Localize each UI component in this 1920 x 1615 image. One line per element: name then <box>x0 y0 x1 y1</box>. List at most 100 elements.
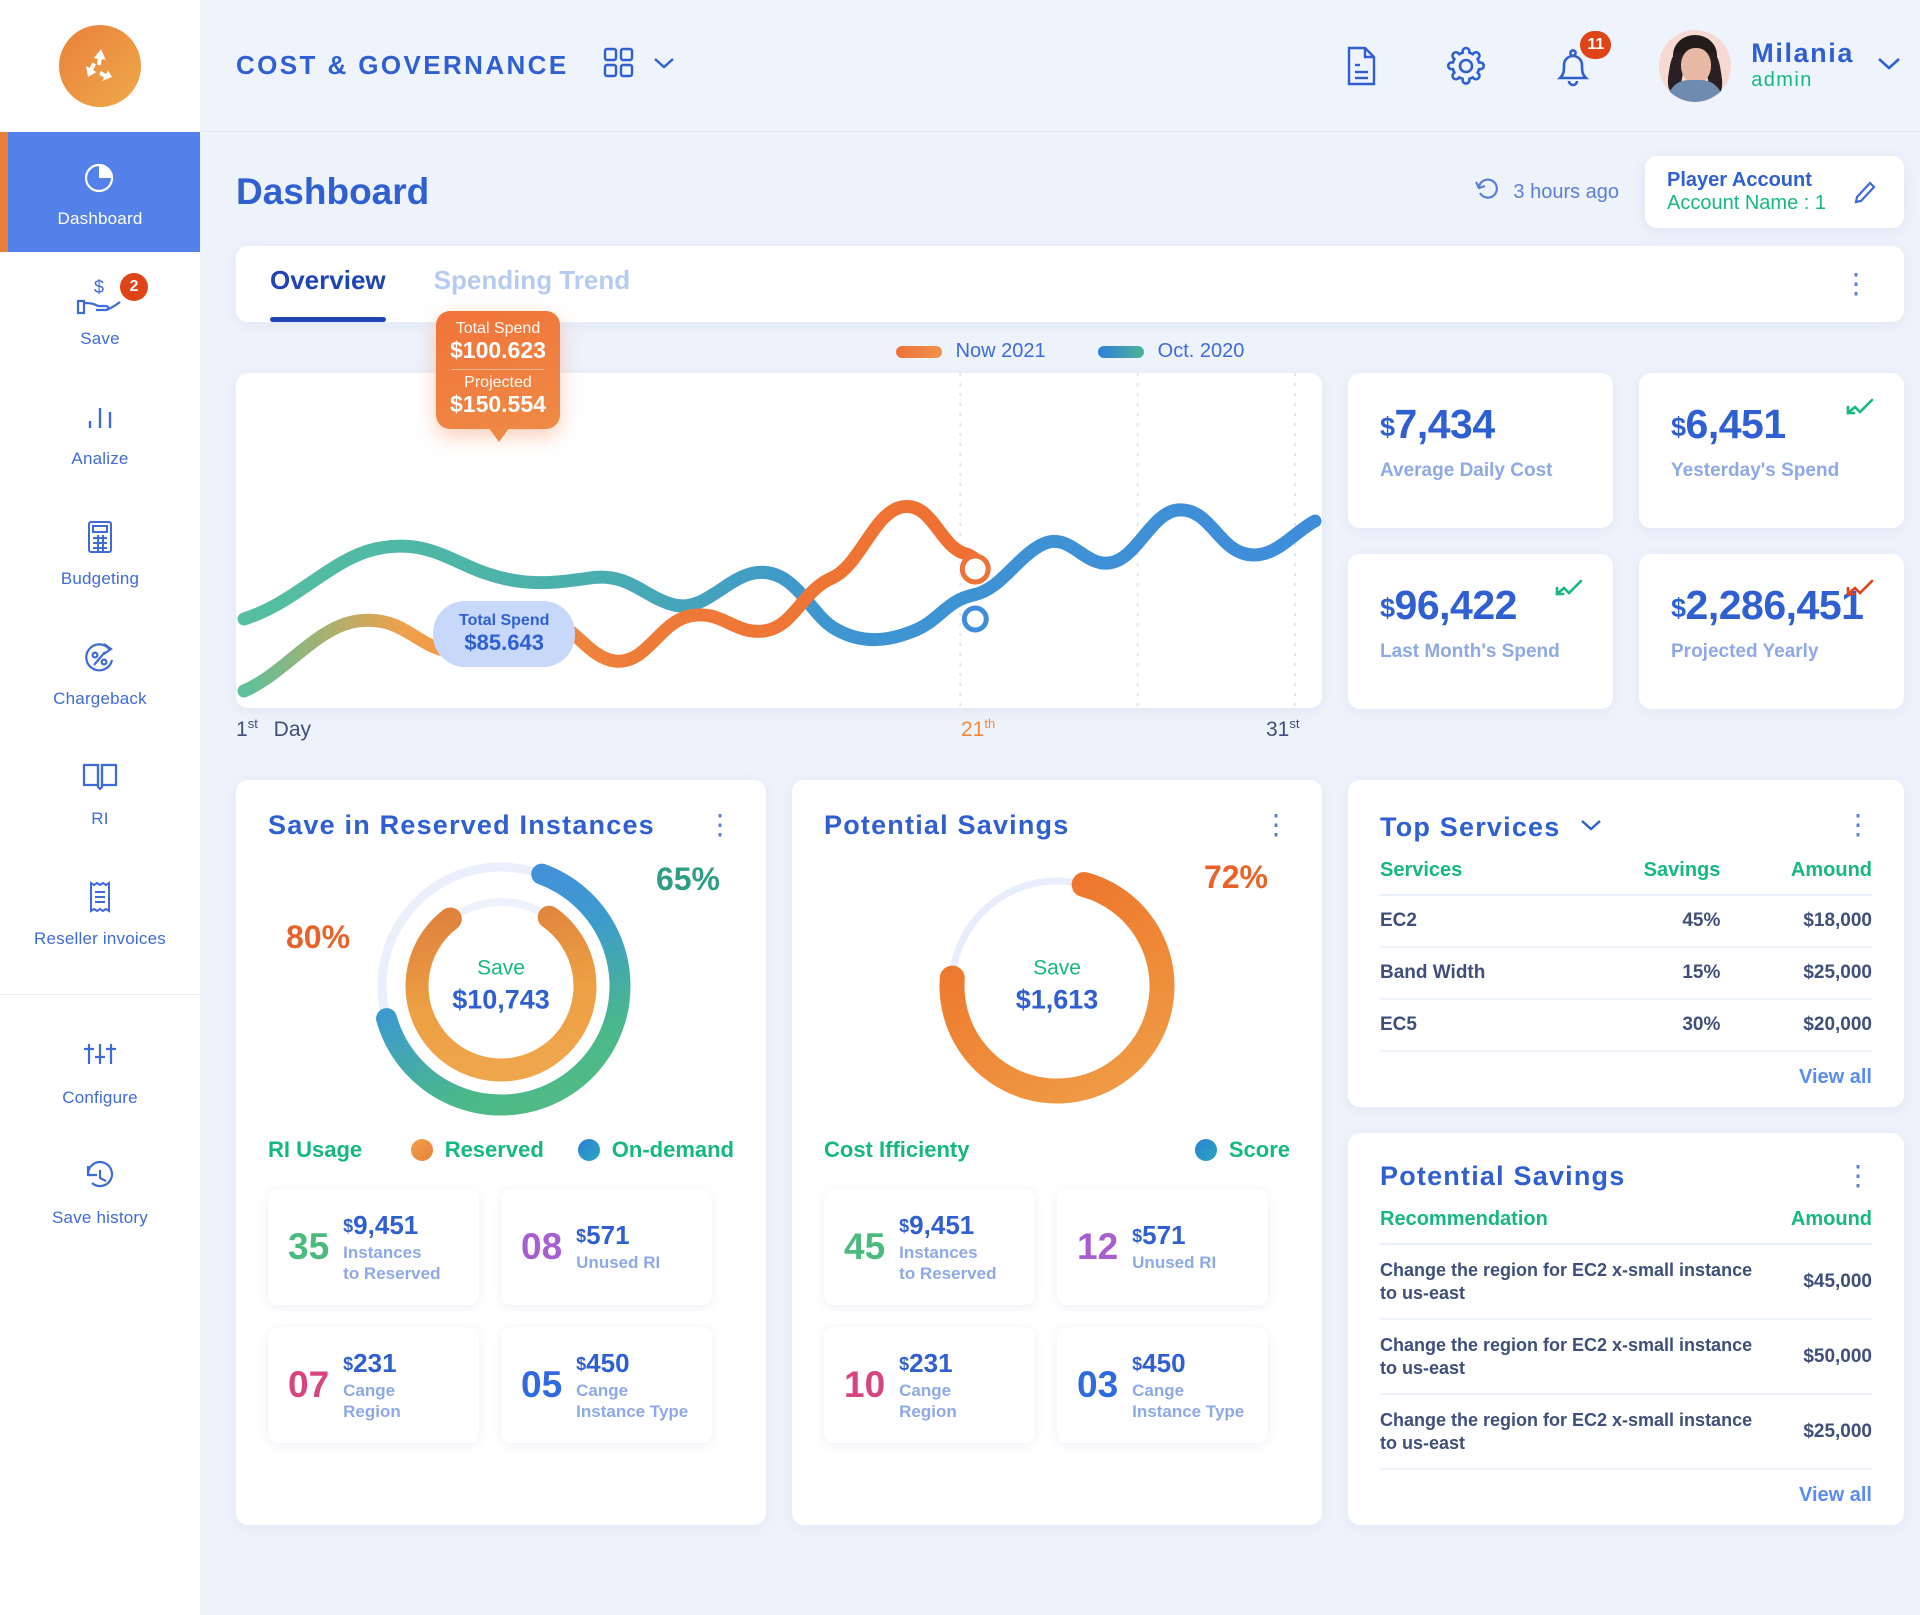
donut-legend: RI Usage Reserved On-demand <box>268 1131 734 1163</box>
tooltip-label: Total Spend <box>455 320 541 337</box>
stat-tile[interactable]: 45 $9,451 Instances to Reserved <box>824 1189 1035 1305</box>
donut-percent: 72% <box>1203 859 1268 895</box>
table-row[interactable]: Change the region for EC2 x-small instan… <box>1380 1319 1872 1395</box>
table-row[interactable]: Change the region for EC2 x-small instan… <box>1380 1244 1872 1320</box>
cell-amount: $25,000 <box>1720 947 1872 1000</box>
sidebar-divider <box>0 994 200 995</box>
cell-service: EC5 <box>1380 999 1577 1052</box>
grid-apps-button[interactable] <box>601 45 677 86</box>
account-subtitle: Account Name : 1 <box>1667 192 1826 214</box>
donut-center-value: $10,743 <box>452 984 550 1015</box>
x-tick-value: 1 <box>236 718 248 741</box>
percent-arrow-icon <box>79 635 121 679</box>
cell-amount: $25,000 <box>1790 1394 1872 1470</box>
potential-savings-stat-tiles: 45 $9,451 Instances to Reserved 12 $571 … <box>824 1189 1290 1443</box>
pencil-icon[interactable] <box>1852 175 1882 210</box>
table-header-row: Recommendation Amound <box>1380 1208 1872 1245</box>
account-selector-card[interactable]: Player Account Account Name : 1 <box>1645 156 1904 228</box>
tile-text: $450 Cange Instance Type <box>576 1348 688 1421</box>
tile-currency: $ <box>576 1226 587 1247</box>
tile-amount: $571 <box>576 1220 660 1251</box>
sidebar-item-label: Analize <box>71 449 129 468</box>
gear-icon[interactable] <box>1441 41 1491 91</box>
tile-label: Unused RI <box>576 1253 661 1273</box>
sidebar-item-dashboard[interactable]: Dashboard <box>0 132 200 252</box>
tooltip-value: $100.623 <box>450 337 546 363</box>
sidebar-item-label: Configure <box>62 1088 138 1107</box>
sidebar-item-save-history[interactable]: Save history <box>0 1131 200 1251</box>
view-all-link[interactable]: View all <box>1380 1470 1872 1507</box>
page-title: Dashboard <box>236 171 430 212</box>
chevron-down-icon <box>1874 54 1904 77</box>
card-title-text: Top Services <box>1380 812 1561 842</box>
tile-count: 35 <box>288 1226 330 1267</box>
sidebar-item-analize[interactable]: Analize <box>0 372 200 492</box>
stat-tile[interactable]: 08 $571 Unused RI <box>501 1189 712 1305</box>
logo[interactable] <box>0 0 200 132</box>
stat-tile[interactable]: 12 $571 Unused RI <box>1057 1189 1268 1305</box>
recommendations-table: Recommendation Amound Change the region … <box>1380 1208 1872 1470</box>
stat-tile[interactable]: 03 $450 Cange Instance Type <box>1057 1327 1268 1443</box>
tooltip-label-2: Projected <box>464 374 532 391</box>
tab-spending-trend[interactable]: Spending Trend <box>434 265 630 304</box>
sidebar-item-save[interactable]: $ 2 Save <box>0 252 200 372</box>
stat-tile[interactable]: 05 $450 Cange Instance Type <box>501 1327 712 1443</box>
table-row[interactable]: EC5 30% $20,000 <box>1380 999 1872 1052</box>
sidebar-item-ri[interactable]: RI <box>0 732 200 852</box>
stat-tile[interactable]: 35 $9,451 Instances to Reserved <box>268 1189 479 1305</box>
document-icon[interactable] <box>1339 43 1383 89</box>
x-tick-mid: 21th <box>961 716 995 742</box>
sidebar-item-reseller-invoices[interactable]: Reseller invoices <box>0 852 200 972</box>
sidebar-item-budgeting[interactable]: Budgeting <box>0 492 200 612</box>
kebab-menu-icon[interactable]: ⋮ <box>1844 1162 1872 1190</box>
kebab-menu-icon[interactable]: ⋮ <box>1844 811 1872 839</box>
kpi-card-last-months-spend: $96,422 Last Month's Spend <box>1348 554 1613 709</box>
tile-amount: $231 <box>343 1348 401 1379</box>
table-row[interactable]: EC2 45% $18,000 <box>1380 895 1872 948</box>
sidebar-item-chargeback[interactable]: Chargeback <box>0 612 200 732</box>
tooltip-value: $85.643 <box>464 630 544 655</box>
cell-amount: $20,000 <box>1720 999 1872 1052</box>
tab-overview[interactable]: Overview <box>270 265 386 322</box>
user-profile-menu[interactable]: Milania admin <box>1659 29 1904 102</box>
table-row[interactable]: Change the region for EC2 x-small instan… <box>1380 1394 1872 1470</box>
table-row[interactable]: Band Width 15% $25,000 <box>1380 947 1872 1000</box>
account-title: Player Account <box>1667 169 1812 191</box>
tile-text: $571 Unused RI <box>576 1220 660 1273</box>
view-all-link[interactable]: View all <box>1380 1052 1872 1089</box>
tile-label: Cange Instance Type <box>576 1381 689 1421</box>
tile-amount: $450 <box>576 1348 688 1379</box>
kebab-menu-icon[interactable]: ⋮ <box>1842 269 1870 297</box>
cell-savings: 15% <box>1576 947 1721 1000</box>
legend-label: Score <box>1228 1137 1290 1162</box>
donut-inner-percent: 80% <box>286 919 351 955</box>
tile-currency: $ <box>899 1354 910 1375</box>
sidebar-item-label: Reseller invoices <box>34 929 166 948</box>
kpi-number: 7,434 <box>1394 401 1496 447</box>
kebab-menu-icon[interactable]: ⋮ <box>706 811 734 839</box>
sidebar-item-configure[interactable]: Configure <box>0 1011 200 1131</box>
column-header-amound: Amound <box>1720 859 1872 896</box>
donut-center-text: Save $1,613 <box>824 957 1290 1016</box>
book-icon <box>78 755 122 799</box>
tile-count: 45 <box>844 1226 886 1267</box>
last-refresh-indicator[interactable]: 3 hours ago <box>1473 175 1619 209</box>
tile-amount-number: 571 <box>586 1220 630 1251</box>
bell-icon[interactable]: 11 <box>1549 30 1612 91</box>
tooltip-divider <box>452 369 544 370</box>
kpi-number: 2,286,451 <box>1685 582 1864 628</box>
x-tick-value: 21 <box>961 718 985 741</box>
app-root: Dashboard $ 2 Save Analize Budgeting Cha… <box>0 0 1920 1615</box>
column-header-recommendation: Recommendation <box>1380 1208 1791 1245</box>
kebab-menu-icon[interactable]: ⋮ <box>1262 811 1290 839</box>
cell-service: Band Width <box>1380 947 1577 1000</box>
stat-tile[interactable]: 10 $231 Cange Region <box>824 1327 1035 1443</box>
tile-text: $571 Unused RI <box>1132 1220 1216 1273</box>
profile-name: Milania <box>1751 38 1854 69</box>
stat-tile[interactable]: 07 $231 Cange Region <box>268 1327 479 1443</box>
donut-center-label: Save <box>1033 956 1081 980</box>
tile-count: 12 <box>1077 1226 1119 1267</box>
tile-text: $450 Cange Instance Type <box>1132 1348 1244 1421</box>
tile-label: Cange Region <box>899 1381 957 1421</box>
chevron-down-icon[interactable] <box>1579 808 1603 839</box>
